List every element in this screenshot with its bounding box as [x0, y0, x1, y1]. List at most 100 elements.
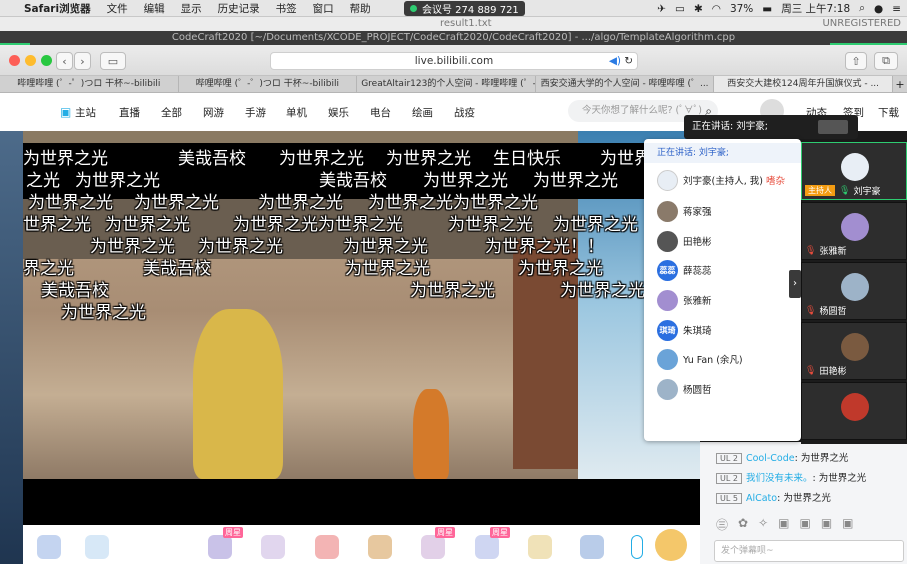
tab-2[interactable]: 哔哩哔哩 (゜-゜)つロ 干杯~-bilibili — [179, 76, 358, 92]
participant-row[interactable]: 刘宇豪(主持人, 我) 嗜杂 — [657, 169, 785, 191]
tab-4[interactable]: 西安交通大学的个人空间 - 哔哩哔哩 (゜... — [536, 76, 715, 92]
chat-user[interactable]: AlCato — [746, 493, 777, 504]
gift-scroll-button[interactable] — [631, 535, 643, 559]
tile-avatar — [841, 273, 869, 301]
recording-dot-icon — [410, 5, 417, 12]
wifi-icon[interactable]: ◠ — [712, 3, 721, 15]
mute-label[interactable]: 嗜杂 — [766, 173, 785, 187]
back-button[interactable]: ‹ — [56, 52, 73, 70]
menu-view[interactable]: 显示 — [181, 1, 202, 16]
danmaku-input[interactable]: 发个弹幕呗~ — [714, 540, 904, 562]
host-tag: 主持人 — [805, 185, 835, 196]
bluetooth-icon[interactable]: ✱ — [694, 3, 703, 15]
gift-item[interactable] — [208, 535, 232, 559]
menu-history[interactable]: 历史记录 — [218, 1, 260, 16]
nav-pc-games[interactable]: 网游 — [203, 105, 224, 120]
audio-icon[interactable]: ◀) — [609, 53, 621, 70]
chat-user[interactable]: Cool-Code — [746, 453, 795, 464]
battery-status-icon[interactable]: ▭ — [675, 3, 685, 15]
nav-single[interactable]: 单机 — [286, 105, 307, 120]
status-area: ✈ ▭ ✱ ◠ 37% ▬ 周三 上午7:18 ⌕ ● ≡ — [648, 0, 901, 17]
participant-avatar — [657, 230, 678, 252]
participant-row[interactable]: 田艳彬 — [657, 230, 712, 252]
video-tile[interactable] — [801, 382, 907, 440]
screen-3-icon[interactable]: ▣ — [821, 516, 832, 533]
close-window-button[interactable] — [9, 55, 20, 66]
chat-user[interactable]: 我们没有未来。 — [746, 473, 813, 484]
menu-bookmarks[interactable]: 书签 — [276, 1, 297, 16]
url-bar[interactable]: live.bilibili.com ◀) ↻ — [270, 52, 638, 70]
tabs-icon: ⧉ — [882, 54, 890, 67]
nav-all[interactable]: 全部 — [161, 105, 182, 120]
participant-row[interactable]: Yu Fan (余凡) — [657, 348, 743, 370]
video-player-figure-2 — [413, 389, 449, 479]
battery-icon[interactable]: ▬ — [762, 3, 772, 15]
reload-icon[interactable]: ↻ — [624, 53, 633, 70]
tab-3[interactable]: GreatAltair123的个人空间 - 哔哩哔哩 (゜-... — [357, 76, 536, 92]
new-tab-plus-icon[interactable]: + — [893, 76, 907, 92]
participant-row[interactable]: 蕊蕊 薛蕊蕊 — [657, 259, 712, 281]
tabs-overview-button[interactable]: ⧉ — [874, 52, 898, 70]
nav-download[interactable]: 下载 — [878, 105, 899, 120]
menu-file[interactable]: 文件 — [107, 1, 128, 16]
nav-paint[interactable]: 绘画 — [412, 105, 433, 120]
screen-2-icon[interactable]: ▣ — [799, 516, 810, 533]
minimize-window-button[interactable] — [25, 55, 36, 66]
menu-edit[interactable]: 编辑 — [144, 1, 165, 16]
nav-epidemic[interactable]: 战疫 — [454, 105, 475, 120]
gear-icon[interactable]: ✧ — [758, 516, 768, 533]
participant-row[interactable]: 杨圆哲 — [657, 378, 712, 400]
nav-radio[interactable]: 电台 — [370, 105, 391, 120]
sidebar-button[interactable]: ▭ — [100, 52, 126, 70]
danmaku-11: 为世界之光 — [533, 171, 618, 191]
live-video-player[interactable]: 为世界之光 美哉吾校 为世界之光 为世界之光 生日快乐 为世界 之光 为世界之光… — [23, 131, 700, 525]
meeting-indicator[interactable]: 会议号 274 889 721 — [404, 1, 525, 16]
forward-button[interactable]: › — [74, 52, 91, 70]
tab-1[interactable]: 哔哩哔哩 (゜-゜)つロ 干杯~-bilibili — [0, 76, 179, 92]
user-level-badge: UL 2 — [716, 453, 742, 464]
tab-5[interactable]: 西安交大建校124周年升国旗仪式 - ... — [714, 76, 893, 92]
danmaku-2: 美哉吾校 — [178, 149, 246, 169]
collapse-panel-button[interactable]: › — [789, 270, 801, 298]
zoom-window-button[interactable] — [41, 55, 52, 66]
gift-item[interactable] — [261, 535, 285, 559]
nav-ent[interactable]: 娱乐 — [328, 105, 349, 120]
ul-icon[interactable]: ㊂ — [716, 516, 728, 533]
gift-item[interactable] — [368, 535, 392, 559]
settings-icon[interactable]: ▣ — [842, 516, 853, 533]
gift-item[interactable] — [475, 535, 499, 559]
menu-help[interactable]: 帮助 — [350, 1, 371, 16]
screen-icon[interactable]: ▣ — [778, 516, 789, 533]
notification-icon[interactable]: ≡ — [892, 3, 901, 15]
participant-row[interactable]: 琪琦 朱琪琦 — [657, 319, 712, 341]
nav-live[interactable]: 直播 — [119, 105, 140, 120]
video-tile[interactable]: 🎙 田艳彬 — [801, 322, 907, 380]
tile-name: 张雅新 — [819, 247, 847, 257]
gift-item[interactable] — [421, 535, 445, 559]
bird-icon[interactable]: ✈ — [657, 3, 666, 15]
gift-item[interactable] — [315, 535, 339, 559]
url-text: live.bilibili.com — [414, 55, 494, 67]
gift-item[interactable] — [37, 535, 61, 559]
participant-row[interactable]: 张雅新 — [657, 289, 712, 311]
participant-list: 正在讲话: 刘宇豪; 刘宇豪(主持人, 我) 嗜杂 蒋家强 田艳彬 蕊蕊 薛蕊蕊… — [644, 139, 801, 441]
gift-item[interactable] — [528, 535, 552, 559]
search-icon[interactable]: ⌕ — [859, 2, 865, 15]
video-tile[interactable]: 主持人 🎙 刘宇豪 — [801, 142, 907, 200]
gift-item[interactable] — [85, 535, 109, 559]
participant-row[interactable]: 蒋家强 — [657, 200, 712, 222]
share-button[interactable]: ⇧ — [845, 52, 867, 70]
palette-icon[interactable]: ✿ — [738, 516, 748, 533]
video-tile[interactable]: 🎙 张雅新 — [801, 202, 907, 260]
nav-mobile-games[interactable]: 手游 — [245, 105, 266, 120]
tile-avatar — [841, 333, 869, 361]
video-tile[interactable]: 🎙 杨圆哲 — [801, 262, 907, 320]
menu-window[interactable]: 窗口 — [313, 1, 334, 16]
app-menu[interactable]: Safari浏览器 — [24, 1, 91, 16]
gift-item[interactable] — [580, 535, 604, 559]
mascot-icon[interactable] — [655, 529, 687, 561]
participant-avatar — [657, 348, 678, 370]
clock[interactable]: 周三 上午7:18 — [781, 1, 850, 16]
siri-icon[interactable]: ● — [874, 3, 883, 15]
nav-home[interactable]: 主站 — [75, 105, 96, 120]
